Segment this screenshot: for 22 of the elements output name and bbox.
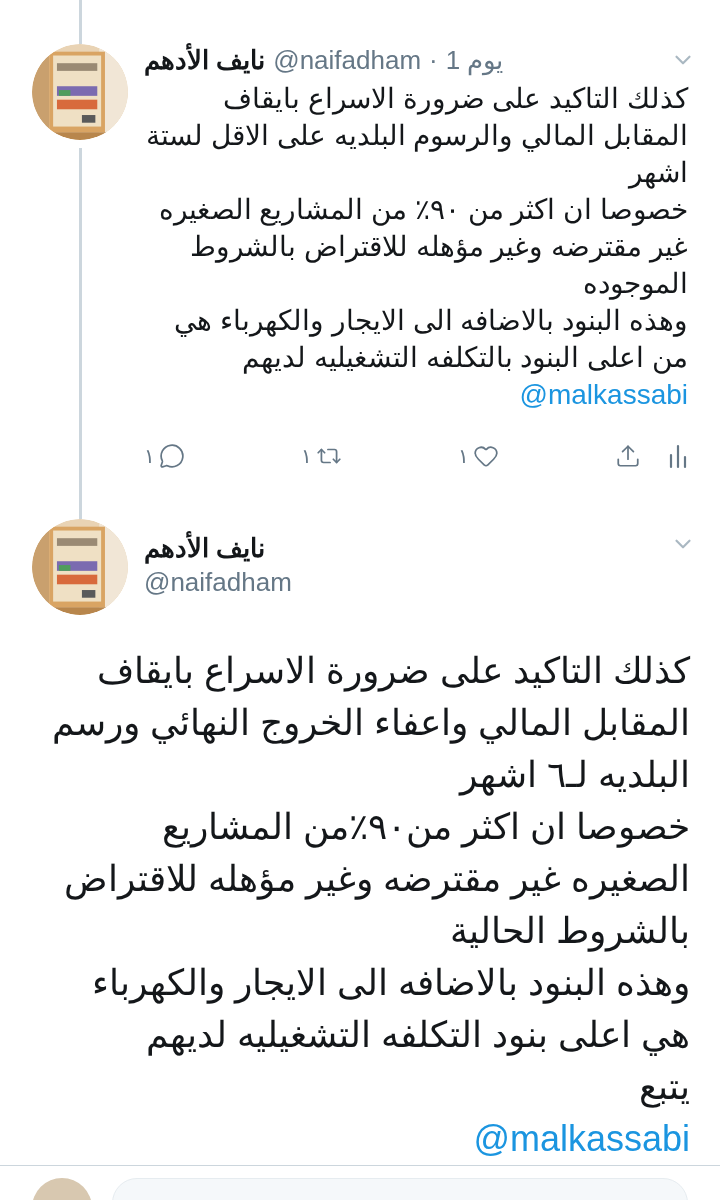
like-icon[interactable]: [473, 443, 499, 469]
separator: ·: [429, 44, 438, 76]
action-count: ١: [301, 444, 312, 469]
mention-link[interactable]: @malkassabi: [473, 1113, 690, 1165]
tweet-text: وهذه البنود بالاضافه الى الايجار والكهرباء هي من اعلى البنود بالتكلفه التشغيليه لديهم: [173, 304, 688, 376]
share-icon[interactable]: [615, 443, 641, 469]
analytics-icon[interactable]: [668, 443, 688, 469]
tweet-text: خصوصا ان اكثر من٩٠٪من المشاريع الصغيره غير مقترضه وغير مؤهله للاقتراض بالشروط الحالية: [63, 805, 690, 954]
author-handle: @naifadham: [144, 566, 292, 599]
tweet-text: يتبع: [638, 1065, 690, 1110]
mention-link[interactable]: @malkassabi: [519, 376, 688, 413]
author-name: نايف الأدهم: [144, 531, 267, 565]
tweet-text: خصوصا ان اكثر من ٩٠٪ من المشاريع الصغيره غير مقترضه وغير مؤهله للاقتراض بالشروط الموجوده: [157, 193, 688, 302]
tweet-text: وهذه البنود بالاضافه الى الايجار والكهرباء هي اعلى بنود التكلفه التشغيليه لديهم: [91, 961, 690, 1058]
timestamp: 1 يوم: [445, 44, 504, 76]
action-count: ١: [144, 444, 155, 469]
tweet-text: كذلك التاكيد على ضرورة الاسراع بايقاف المقابل المالي واعفاء الخروج النهائي ورسم البلديه لـ٦ اشهر: [51, 649, 690, 798]
action-count: ١: [458, 444, 469, 469]
author-name: نايف الأدهم: [144, 44, 266, 76]
author-handle: @naifadham: [273, 44, 422, 76]
reply-icon[interactable]: [159, 443, 185, 469]
tweet-text: كذلك التاكيد على ضرورة الاسراع بايقاف المقابل المالي والرسوم البلديه على الاقل لستة اشهر: [145, 82, 688, 191]
